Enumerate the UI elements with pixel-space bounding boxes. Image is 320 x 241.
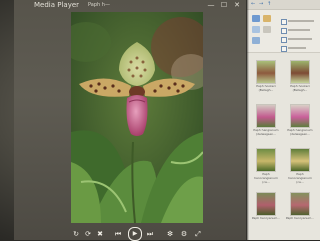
layout-icon[interactable]: [252, 26, 260, 33]
sort-icon[interactable]: [263, 26, 271, 33]
thumbnail-image: [256, 104, 276, 128]
explorer-ribbon: [247, 10, 320, 53]
forward-icon[interactable]: →: [259, 1, 263, 8]
loop-icon[interactable]: ⟳: [83, 229, 93, 239]
thumbnail-image: [290, 148, 310, 172]
rotate-icon[interactable]: ↻: [71, 229, 81, 239]
zoom-icon[interactable]: ⤢: [193, 229, 203, 239]
thumbnail-image: [256, 60, 276, 84]
play-icon[interactable]: ▶: [128, 227, 142, 241]
file-explorer-window: ← → ↑ Paph hookeri (Betagh... Paph hooker…: [247, 0, 320, 240]
thumbnail-image: [290, 104, 310, 128]
window-controls: — ☐ ✕: [206, 1, 242, 9]
up-icon[interactable]: ↑: [267, 1, 271, 8]
close-icon[interactable]: ✕: [232, 1, 242, 9]
minimize-icon[interactable]: —: [206, 1, 216, 9]
thumbnail-caption: Paph hookeri (Betagh...: [256, 84, 276, 92]
next-icon[interactable]: ⏭: [145, 229, 155, 239]
folder-icon[interactable]: [263, 15, 271, 22]
app-title: Media Player: [34, 1, 80, 9]
previous-icon[interactable]: ⏮: [113, 229, 123, 239]
shuffle-icon[interactable]: ✖: [95, 229, 105, 239]
back-icon[interactable]: ←: [251, 1, 255, 8]
thumbnail-image: [256, 192, 276, 216]
playback-controls: ↻ ⟳ ✖ ⏮ ▶ ⏭ ❇ ⚙ ⤢: [14, 226, 250, 241]
thumbnail-grid: Paph hookeri (Betagh... Paph hookeri (Bet…: [247, 56, 320, 240]
explorer-toolbar: ← → ↑: [247, 0, 320, 10]
thumbnail-image: [290, 192, 310, 216]
orchid-photo-image: [71, 12, 203, 223]
orchid-photo: [71, 12, 203, 223]
title-bar: Media Player Paph h— — ☐ ✕: [14, 0, 250, 12]
media-player-window: Media Player Paph h— — ☐ ✕ ↻ ⟳ ✖ ⏮ ▶ ⏭ ❇…: [14, 0, 251, 241]
file-title: Paph h—: [88, 2, 110, 8]
group-icon[interactable]: [252, 37, 260, 44]
thumbnail-caption: Paph hangianum (delwagsen...: [287, 128, 313, 136]
thumbnail-caption: Paph henryanum...: [285, 216, 315, 220]
thumbnail-image: [256, 148, 276, 172]
thumbnail-caption: Paph hanorangianum (ca...: [254, 172, 278, 184]
thumbnail-caption: Paph hanorangianum (ca...: [288, 172, 312, 184]
window-edge-shadow: [246, 0, 249, 240]
settings-icon[interactable]: ⚙: [179, 229, 189, 239]
thumbnail-caption: Paph henryanum...: [251, 216, 281, 220]
view-icon[interactable]: [252, 15, 260, 22]
thumbnail-caption: Paph hookeri (Betagh...: [290, 84, 310, 92]
thumbnail-caption: Paph hangianum (delwagsen...: [253, 128, 279, 136]
thumbnail-image: [290, 60, 310, 84]
volume-icon[interactable]: ❇: [165, 229, 175, 239]
restore-icon[interactable]: ☐: [219, 1, 229, 9]
